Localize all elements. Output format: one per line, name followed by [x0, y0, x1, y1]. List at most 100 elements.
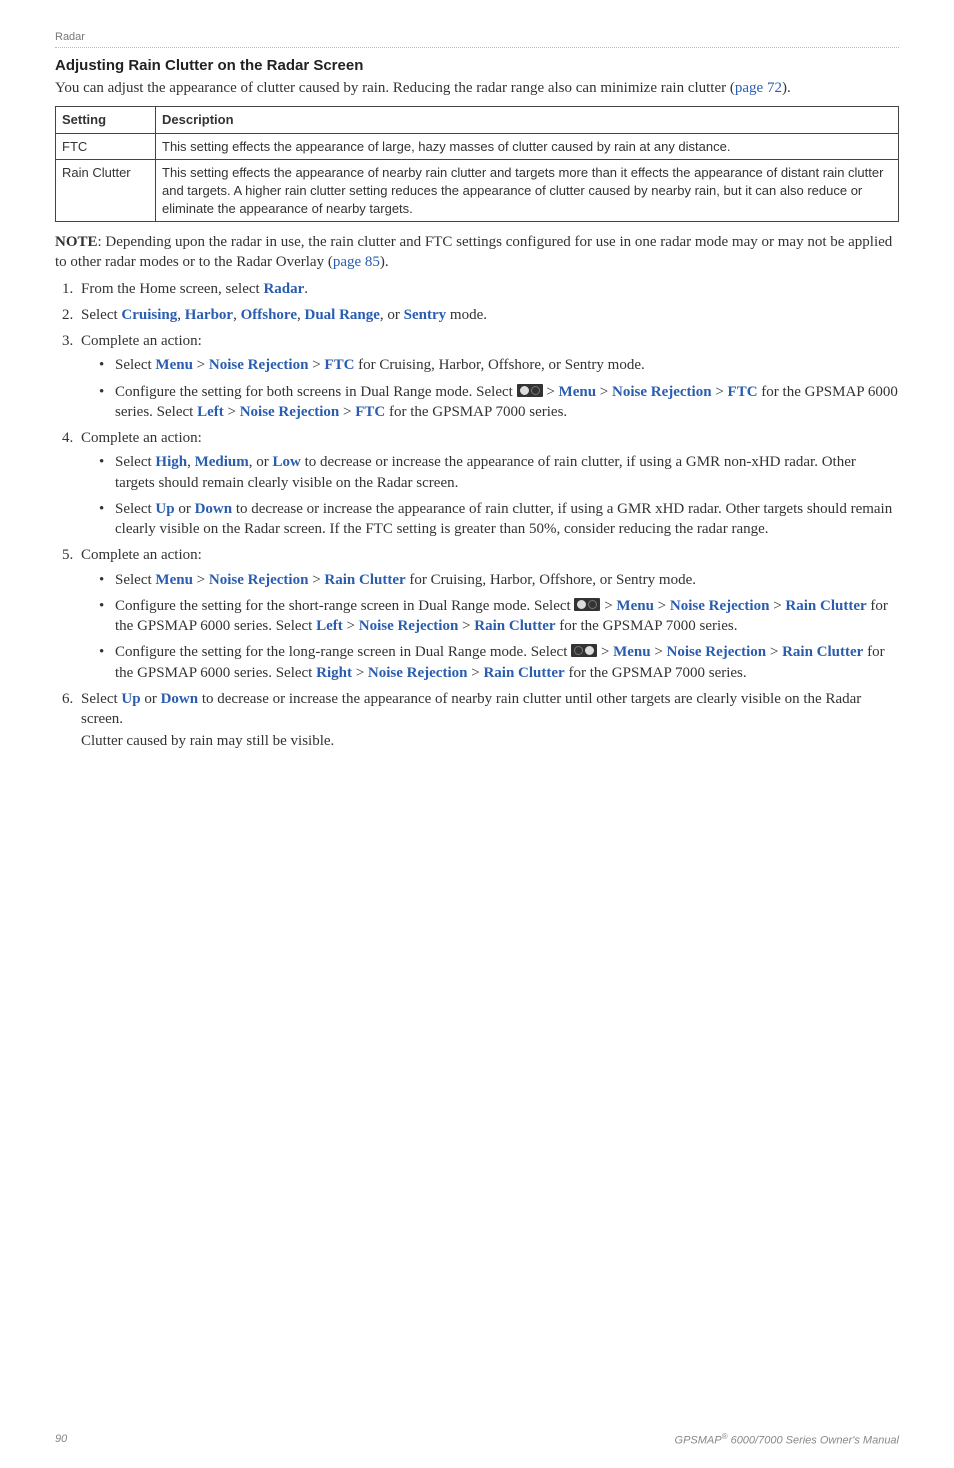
s3b2-ftc2: FTC [355, 404, 385, 420]
s6-down: Down [161, 691, 199, 707]
footer-product-a: GPSMAP [675, 1434, 722, 1446]
s4b2-a: Select [115, 501, 155, 517]
cell-description: This setting effects the appearance of l… [156, 133, 899, 160]
step2-a: Select [81, 307, 121, 323]
s5b2-c: for the GPSMAP 7000 series. [556, 618, 738, 634]
step1-radar: Radar [263, 281, 304, 297]
step3-bullet1: Select Menu > Noise Rejection > FTC for … [103, 355, 899, 375]
step4-sublist: Select High, Medium, or Low to decrease … [81, 452, 899, 539]
dual-range-left-icon [517, 384, 543, 397]
step5-a: Complete an action: [81, 547, 202, 563]
step2-dual: Dual Range [304, 307, 379, 323]
s3b1-gt2: > [308, 357, 324, 373]
cell-description: This setting effects the appearance of n… [156, 160, 899, 222]
s4b1-c1: , [187, 454, 195, 470]
s5b3-c: for the GPSMAP 7000 series. [565, 665, 747, 681]
s3b1-b: for Cruising, Harbor, Offshore, or Sentr… [354, 357, 644, 373]
s4b1-c2: , or [249, 454, 273, 470]
s4b1-medium: Medium [195, 454, 249, 470]
settings-table: Setting Description FTC This setting eff… [55, 106, 899, 222]
s6-up: Up [121, 691, 140, 707]
page-number: 90 [55, 1432, 67, 1449]
s3b2-c: for the GPSMAP 7000 series. [385, 404, 567, 420]
page-title: Adjusting Rain Clutter on the Radar Scre… [55, 56, 899, 76]
s5b2-menu: Menu [616, 598, 654, 614]
cell-setting: FTC [56, 133, 156, 160]
s5b1-gt1: > [193, 572, 209, 588]
s5b3-gt1: > [597, 644, 613, 660]
s3b2-nr: Noise Rejection [612, 384, 712, 400]
s3b2-nr2: Noise Rejection [240, 404, 340, 420]
step-1: From the Home screen, select Radar. [77, 279, 899, 299]
cell-setting: Rain Clutter [56, 160, 156, 222]
s3b1-ftc: FTC [324, 357, 354, 373]
s5b3-rc: Rain Clutter [782, 644, 863, 660]
s5b2-a: Configure the setting for the short-rang… [115, 598, 574, 614]
note-label: NOTE [55, 234, 98, 250]
s3b2-gt3: > [712, 384, 728, 400]
s5b1-rc: Rain Clutter [324, 572, 405, 588]
step4-bullet2: Select Up or Down to decrease or increas… [103, 499, 899, 540]
s4b2-down: Down [195, 501, 233, 517]
step-2: Select Cruising, Harbor, Offshore, Dual … [77, 305, 899, 325]
s3b2-gt5: > [339, 404, 355, 420]
s5b2-gt1: > [600, 598, 616, 614]
s5b2-nr: Noise Rejection [670, 598, 770, 614]
dual-range-right-icon [571, 644, 597, 657]
s5b3-nr: Noise Rejection [667, 644, 767, 660]
step2-sentry: Sentry [404, 307, 447, 323]
s5b1-a: Select [115, 572, 155, 588]
s4b2-or: or [175, 501, 195, 517]
table-header-row: Setting Description [56, 107, 899, 134]
intro-paragraph: You can adjust the appearance of clutter… [55, 78, 899, 98]
s6-or: or [141, 691, 161, 707]
step2-b: mode. [446, 307, 487, 323]
s3b2-gt4: > [224, 404, 240, 420]
s3b2-a: Configure the setting for both screens i… [115, 384, 517, 400]
step4-a: Complete an action: [81, 430, 202, 446]
step2-or: , or [380, 307, 404, 323]
s4b1-low: Low [273, 454, 301, 470]
step1-a: From the Home screen, select [81, 281, 263, 297]
footer-product: GPSMAP® 6000/7000 Series Owner's Manual [675, 1432, 899, 1449]
s3b1-nr: Noise Rejection [209, 357, 309, 373]
intro-text-a: You can adjust the appearance of clutter… [55, 80, 735, 96]
s4b1-high: High [155, 454, 187, 470]
s5b2-rc: Rain Clutter [785, 598, 866, 614]
note-text-a: : Depending upon the radar in use, the r… [55, 234, 892, 270]
footer-product-b: 6000/7000 Series Owner's Manual [728, 1434, 899, 1446]
step-6: Select Up or Down to decrease or increas… [77, 689, 899, 752]
s3b1-menu: Menu [155, 357, 193, 373]
s5b3-gt3: > [766, 644, 782, 660]
s5b2-gt3: > [769, 598, 785, 614]
s5b3-right: Right [316, 665, 352, 681]
s5b3-gt2: > [651, 644, 667, 660]
s3b1-a: Select [115, 357, 155, 373]
section-header: Radar [55, 30, 899, 48]
s3b1-gt1: > [193, 357, 209, 373]
s5b3-gt5: > [467, 665, 483, 681]
dual-range-left-icon [574, 598, 600, 611]
step-4: Complete an action: Select High, Medium,… [77, 428, 899, 539]
s3b2-left: Left [197, 404, 224, 420]
step4-bullet1: Select High, Medium, or Low to decrease … [103, 452, 899, 493]
table-row: FTC This setting effects the appearance … [56, 133, 899, 160]
s5b2-gt2: > [654, 598, 670, 614]
intro-text-b: ). [782, 80, 791, 96]
step5-sublist: Select Menu > Noise Rejection > Rain Clu… [81, 570, 899, 683]
step5-bullet1: Select Menu > Noise Rejection > Rain Clu… [103, 570, 899, 590]
s3b2-menu: Menu [559, 384, 597, 400]
step5-bullet3: Configure the setting for the long-range… [103, 642, 899, 683]
s5b3-a: Configure the setting for the long-range… [115, 644, 571, 660]
s5b3-gt4: > [352, 665, 368, 681]
note-link[interactable]: page 85 [333, 254, 380, 270]
step3-bullet2: Configure the setting for both screens i… [103, 382, 899, 423]
page-footer: 90 GPSMAP® 6000/7000 Series Owner's Manu… [55, 1432, 899, 1449]
step1-b: . [304, 281, 308, 297]
note-text-b: ). [380, 254, 389, 270]
s5b3-menu: Menu [613, 644, 651, 660]
s6-a: Select [81, 691, 121, 707]
intro-link[interactable]: page 72 [735, 80, 782, 96]
step-5: Complete an action: Select Menu > Noise … [77, 545, 899, 683]
th-setting: Setting [56, 107, 156, 134]
